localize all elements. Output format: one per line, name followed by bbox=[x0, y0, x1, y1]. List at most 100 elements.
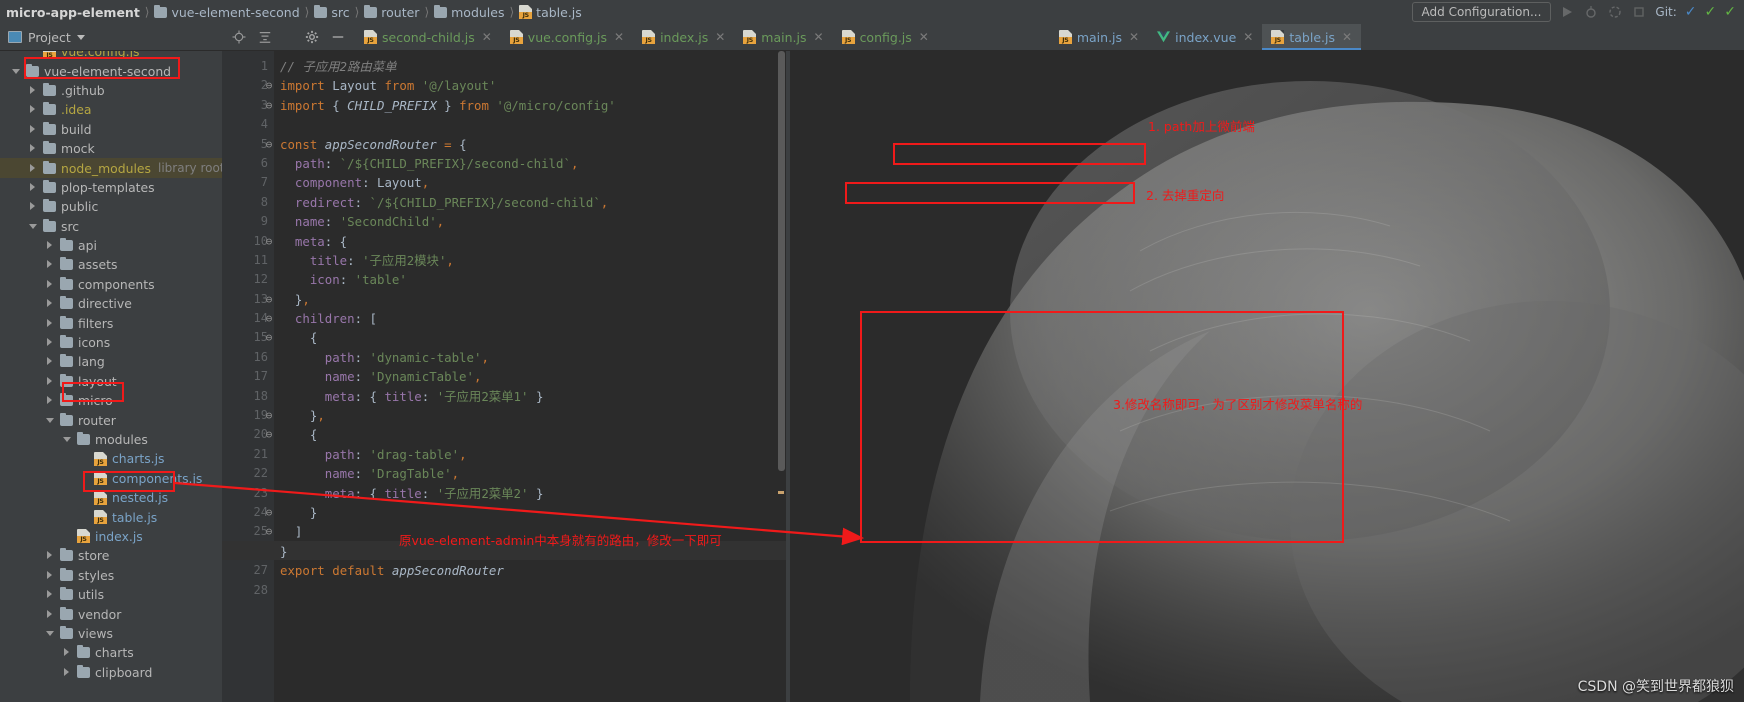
fold-toggle-icon[interactable]: ⊖ bbox=[262, 76, 276, 95]
project-tree-panel[interactable]: vue.config.js vue-element-second .github .i… bbox=[0, 51, 222, 702]
code-line[interactable] bbox=[280, 115, 786, 134]
chevron-right-icon[interactable] bbox=[46, 318, 55, 328]
code-line[interactable]: component: () => import('@/views/table/d… bbox=[842, 367, 1744, 386]
tree-item--idea[interactable]: .idea bbox=[0, 100, 222, 119]
code-line[interactable]: { bbox=[842, 445, 1744, 464]
locate-icon[interactable] bbox=[232, 30, 246, 44]
code-line[interactable]: component: Layout, bbox=[280, 173, 786, 192]
code-line[interactable] bbox=[842, 76, 1744, 95]
code-line[interactable]: { bbox=[842, 561, 1744, 580]
debug-icon[interactable] bbox=[1583, 4, 1599, 20]
tree-item-charts[interactable]: charts bbox=[0, 643, 222, 662]
close-icon[interactable]: ✕ bbox=[919, 30, 929, 44]
fold-toggle-icon[interactable]: ⊖ bbox=[262, 309, 276, 328]
code-line[interactable]: meta: { bbox=[280, 232, 786, 251]
tab-index-js[interactable]: index.js ✕ bbox=[633, 24, 734, 50]
tab-second-child-js[interactable]: second-child.js ✕ bbox=[355, 24, 501, 50]
tree-item-nested-js[interactable]: nested.js bbox=[0, 488, 222, 507]
fold-toggle-icon[interactable]: ⊖ bbox=[824, 542, 838, 561]
code-line[interactable]: // 子应用2路由菜单 bbox=[280, 57, 786, 76]
code-line[interactable]: redirect: `/${CHILD_PREFIX}/second-child… bbox=[280, 193, 786, 212]
code-line[interactable]: /** When your routing table is too long,… bbox=[842, 57, 1744, 76]
fold-toggle-icon[interactable]: ⊖ bbox=[824, 309, 838, 328]
code-line[interactable]: }, bbox=[280, 290, 786, 309]
code-line[interactable] bbox=[842, 115, 1744, 134]
chevron-right-icon[interactable] bbox=[46, 609, 55, 619]
code-line[interactable]: path: 'inline-edit-table', bbox=[842, 581, 1744, 600]
code-line[interactable]: name: 'Table', bbox=[842, 212, 1744, 231]
chevron-down-icon[interactable] bbox=[46, 416, 55, 425]
tree-item-vue-config-js[interactable]: vue.config.js bbox=[0, 51, 222, 61]
chevron-right-icon[interactable] bbox=[46, 299, 55, 308]
code-line[interactable]: path: 'dynamic-table', bbox=[280, 348, 786, 367]
tree-item-views[interactable]: views bbox=[0, 624, 222, 643]
fold-toggle-icon[interactable]: ⊖ bbox=[824, 290, 838, 309]
git-update-icon[interactable]: ✓ bbox=[1685, 4, 1697, 20]
chevron-right-icon[interactable] bbox=[46, 376, 55, 386]
fold-toggle-icon[interactable]: ⊖ bbox=[262, 135, 276, 154]
tree-item-table-js[interactable]: table.js bbox=[0, 507, 222, 526]
code-line[interactable]: name: 'SecondChild', bbox=[280, 212, 786, 231]
code-line[interactable]: import Layout from '@/layout' bbox=[280, 76, 786, 95]
chevron-right-icon[interactable] bbox=[63, 648, 72, 657]
code-line[interactable]: icon: 'table' bbox=[842, 270, 1744, 289]
code-line[interactable]: component: () => import('@/views/table/d… bbox=[842, 484, 1744, 503]
code-line[interactable]: const tableRouter = { bbox=[842, 135, 1744, 154]
tab-config-js[interactable]: config.js ✕ bbox=[833, 24, 938, 50]
code-line[interactable]: component: Layout, bbox=[842, 173, 1744, 192]
fold-toggle-icon[interactable]: ⊖ bbox=[262, 290, 276, 309]
chevron-right-icon[interactable] bbox=[29, 124, 38, 134]
chevron-down-icon[interactable] bbox=[12, 67, 21, 76]
code-line[interactable]: const appSecondRouter = { bbox=[280, 135, 786, 154]
tree-item-vue-element-second[interactable]: vue-element-second bbox=[0, 61, 222, 80]
chevron-right-icon[interactable] bbox=[46, 357, 55, 366]
code-folding-column[interactable]: ⊖⊖⊖⊖⊖⊖⊖⊖⊖⊖⊖⊖ bbox=[262, 57, 276, 600]
tree-item-components-js[interactable]: components.js bbox=[0, 469, 222, 488]
chevron-right-icon[interactable] bbox=[29, 105, 38, 114]
tree-item-icons[interactable]: icons bbox=[0, 333, 222, 352]
fold-toggle-icon[interactable]: ⊖ bbox=[262, 96, 276, 115]
tree-item-layout[interactable]: layout bbox=[0, 372, 222, 391]
code-line[interactable]: path: 'dynamic-table', bbox=[842, 348, 1744, 367]
chevron-right-icon[interactable] bbox=[29, 182, 38, 192]
fold-toggle-icon[interactable]: ⊖ bbox=[824, 445, 838, 464]
tab-vue-config-js[interactable]: vue.config.js ✕ bbox=[501, 24, 633, 50]
close-icon[interactable]: ✕ bbox=[1342, 30, 1352, 44]
run-coverage-icon[interactable] bbox=[1607, 4, 1623, 20]
tree-item-build[interactable]: build bbox=[0, 120, 222, 139]
close-icon[interactable]: ✕ bbox=[715, 30, 725, 44]
fold-toggle-icon[interactable]: ⊖ bbox=[262, 232, 276, 251]
close-icon[interactable]: ✕ bbox=[614, 30, 624, 44]
tree-item-directive[interactable]: directive bbox=[0, 294, 222, 313]
fold-toggle-icon[interactable]: ⊖ bbox=[262, 328, 276, 347]
breadcrumb-item-modules[interactable]: modules bbox=[434, 4, 504, 20]
code-line[interactable]: path: 'drag-table', bbox=[280, 445, 786, 464]
chevron-right-icon[interactable] bbox=[46, 279, 55, 289]
fold-toggle-icon[interactable]: ⊖ bbox=[824, 135, 838, 154]
code-line[interactable]: import Layout from '@/layout' bbox=[842, 96, 1744, 115]
chevron-right-icon[interactable] bbox=[46, 570, 55, 580]
code-line[interactable]: path: window.__MICRO_APP_BASE_ROUTE__ ||… bbox=[842, 154, 1744, 173]
editor-scrollbar[interactable] bbox=[777, 51, 786, 702]
breadcrumb-item-project[interactable]: micro-app-element bbox=[6, 5, 140, 20]
breadcrumb-item-router[interactable]: router bbox=[364, 4, 419, 20]
fold-toggle-icon[interactable]: ⊖ bbox=[824, 232, 838, 251]
tree-item-public[interactable]: public bbox=[0, 197, 222, 216]
tab-main-js[interactable]: main.js ✕ bbox=[734, 24, 832, 50]
tree-item-src[interactable]: src bbox=[0, 217, 222, 236]
fold-toggle-icon[interactable]: ⊖ bbox=[262, 503, 276, 522]
editor-table-js[interactable]: 1 2 3 4 5 6 7 8 9 10 11 12 13 14 15 16 17 18 19 20 21 22 23 24 2… bbox=[790, 51, 1744, 702]
code-line[interactable]: meta: { title: '子应用2菜单1' } bbox=[280, 387, 786, 406]
chevron-right-icon[interactable] bbox=[29, 144, 38, 153]
tree-item-components[interactable]: components bbox=[0, 275, 222, 294]
tree-item-node-modules[interactable]: node_modules library root bbox=[0, 158, 222, 178]
tree-item-clipboard[interactable]: clipboard bbox=[0, 663, 222, 682]
code-line[interactable]: import { CHILD_PREFIX } from '@/micro/co… bbox=[280, 96, 786, 115]
editor-second-child-js[interactable]: 1 2 3 4 5 6 7 8 9 10 11 12 13 14 15 16 17 18 19 20 21 22 23 24 2… bbox=[222, 51, 786, 702]
tree-item-charts-js[interactable]: charts.js bbox=[0, 449, 222, 468]
code-content[interactable]: // 子应用2路由菜单 import Layout from '@/layout'… bbox=[280, 57, 786, 600]
settings-gear-icon[interactable] bbox=[305, 30, 319, 44]
chevron-right-icon[interactable] bbox=[29, 85, 38, 95]
tree-item-vendor[interactable]: vendor bbox=[0, 604, 222, 623]
code-line[interactable]: meta: { title: '子应用2菜单2' } bbox=[280, 484, 786, 503]
